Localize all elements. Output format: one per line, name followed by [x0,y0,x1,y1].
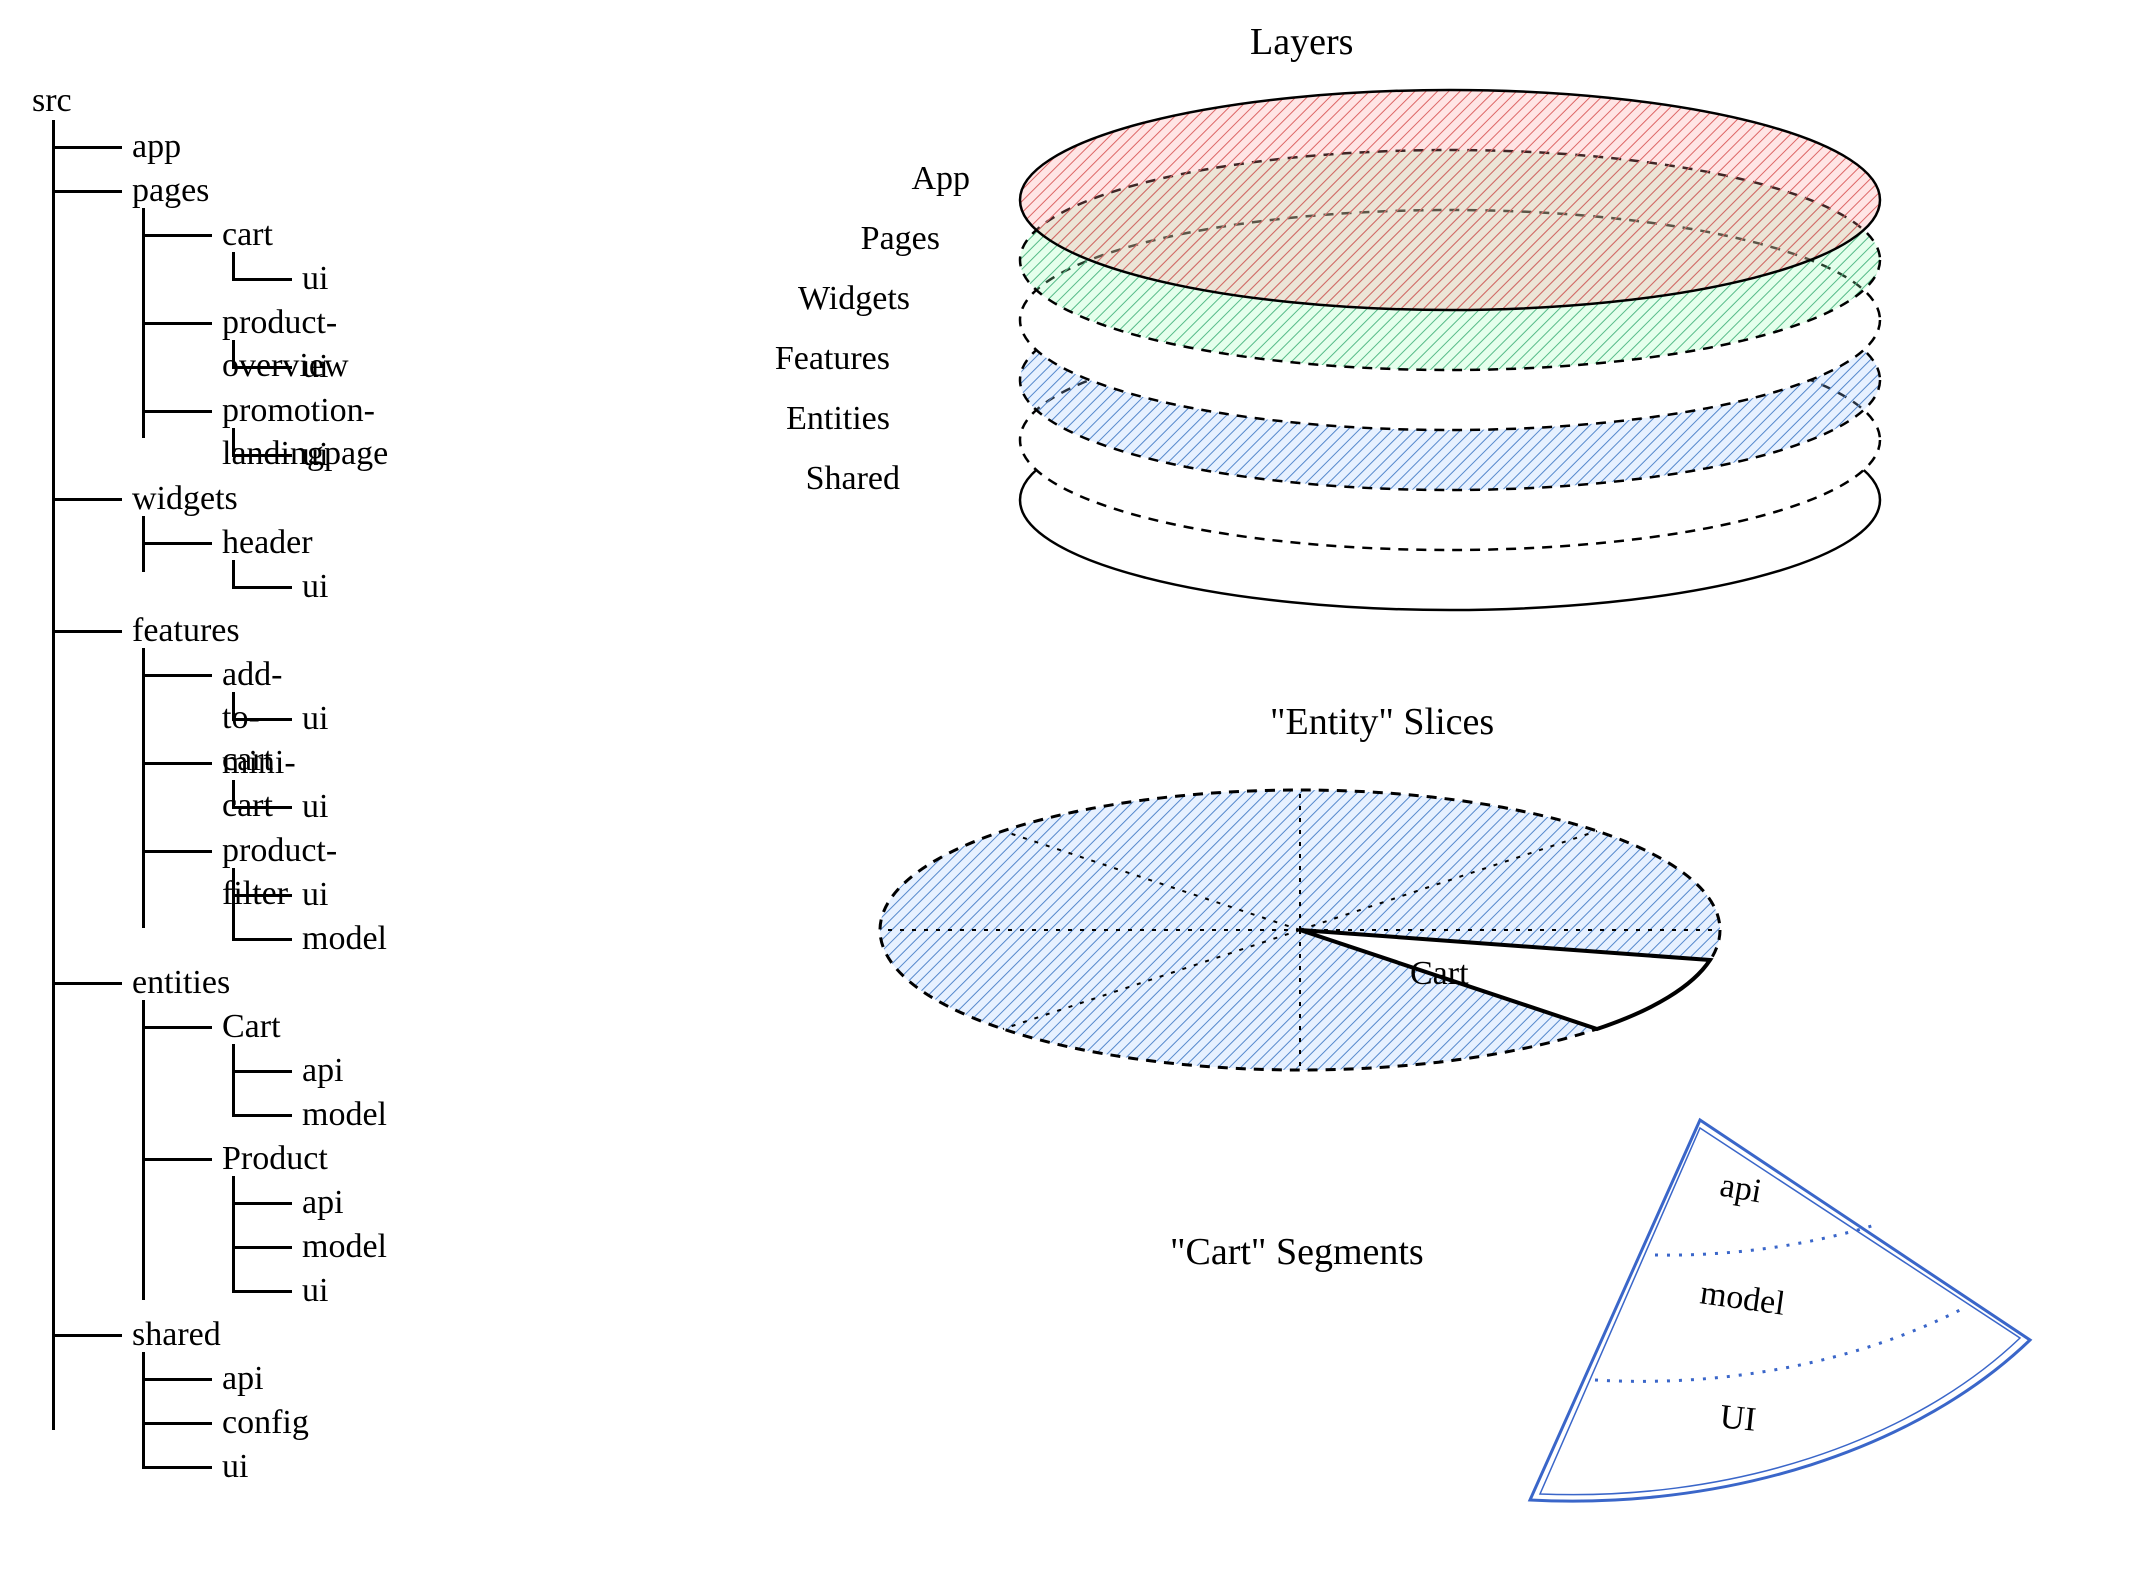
tree-root: src [32,80,72,123]
segment-ui: UI [1718,1398,1758,1440]
layer-app: App [770,160,970,198]
tree-pages-promo-ui: ui [302,434,328,477]
tree-widgets-header: header [222,522,313,565]
slice-cart: Cart [1410,955,1469,993]
tree-entities-product-model: model [302,1226,387,1269]
tree-features: features [132,610,240,653]
tree-pages-product-overview: product-overview [222,302,349,387]
segments-title: "Cart" Segments [1170,1230,1424,1274]
tree-entities-product: Product [222,1138,328,1181]
layer-pages: Pages [740,220,940,258]
tree-shared: shared [132,1314,221,1357]
tree-widgets-header-ui: ui [302,566,328,609]
tree-entities-product-ui: ui [302,1270,328,1313]
tree-entities-cart: Cart [222,1006,281,1049]
tree-entities-product-api: api [302,1182,344,1225]
tree-entities-cart-model: model [302,1094,387,1137]
tree-widgets: widgets [132,478,238,521]
layers-title: Layers [1250,20,1353,64]
tree-app: app [132,126,181,169]
tree-pages-cart-ui: ui [302,258,328,301]
layer-widgets: Widgets [710,280,910,318]
tree-pages-cart: cart [222,214,273,257]
tree-features-mini-cart-ui: ui [302,786,328,829]
tree-shared-api: api [222,1358,264,1401]
tree-pages-product-overview-ui: ui [302,346,328,389]
layer-entities: Entities [690,400,890,438]
layer-shared: Shared [700,460,900,498]
slices-title: "Entity" Slices [1270,700,1494,744]
tree-shared-config: config [222,1402,309,1445]
tree-shared-ui: ui [222,1446,248,1489]
tree-features-product-filter-ui: ui [302,874,328,917]
slices-diagram [870,770,1870,1130]
layer-features: Features [690,340,890,378]
tree-pages: pages [132,170,209,213]
tree-entities: entities [132,962,230,1005]
segment-api: api [1717,1167,1765,1212]
tree-features-add-to-cart-ui: ui [302,698,328,741]
tree-features-product-filter-model: model [302,918,387,961]
tree-entities-cart-api: api [302,1050,344,1093]
